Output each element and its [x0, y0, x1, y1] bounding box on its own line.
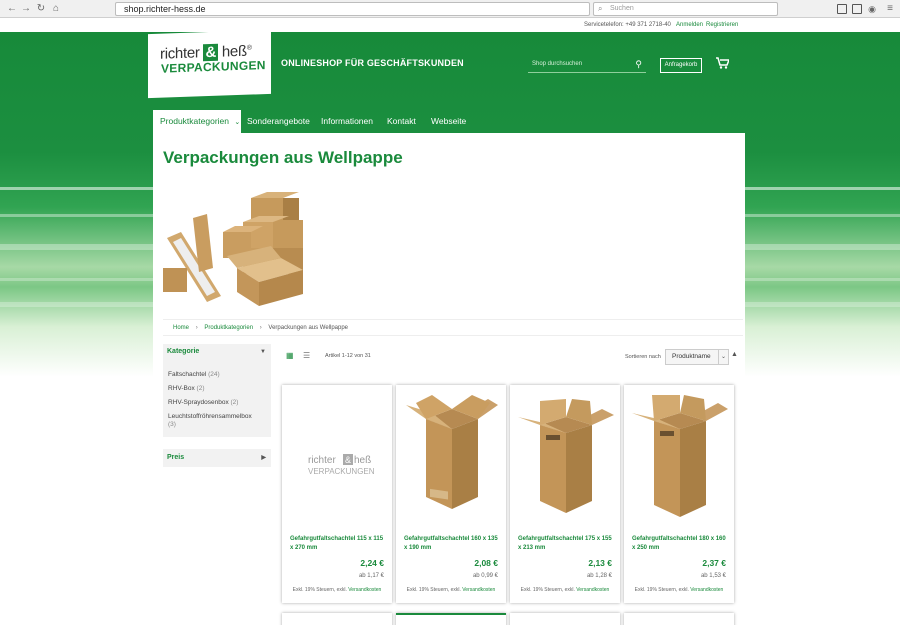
logo-subline: VERPACKUNGEN — [161, 58, 266, 76]
product-price: 2,08 € — [474, 558, 498, 568]
grid-view-icon[interactable]: ▦ — [286, 352, 294, 360]
site-logo[interactable]: richter & heß® VERPACKUNGEN — [148, 29, 271, 99]
product-card[interactable] — [510, 613, 620, 625]
account-icon[interactable]: ◉ — [866, 3, 878, 15]
sidebar-icon[interactable] — [852, 4, 862, 14]
service-bar: Servicetelefon: +49 371 2718-40 Anmelden… — [0, 18, 900, 32]
product-tax-note: Exkl. 19% Steuern, exkl. Versandkosten — [292, 587, 382, 593]
breadcrumb-produktkategorien[interactable]: Produktkategorien — [204, 325, 253, 331]
browser-search-placeholder: Suchen — [610, 5, 634, 12]
product-tax-note: Exkl. 19% Steuern, exkl. Versandkosten — [634, 587, 724, 593]
filter-sidebar: Kategorie ▼ Faltschachtel (24) RHV-Box (… — [163, 344, 271, 467]
product-card[interactable] — [282, 613, 392, 625]
login-link[interactable]: Anmelden — [676, 22, 703, 28]
product-tier-price: ab 1,28 € — [586, 573, 612, 579]
library-icon[interactable] — [837, 4, 847, 14]
category-filter-toggle[interactable]: Kategorie ▼ — [163, 344, 271, 360]
svg-text:VERPACKUNGEN: VERPACKUNGEN — [308, 467, 375, 476]
nav-item-webseite[interactable]: Webseite — [431, 110, 466, 133]
product-price: 2,13 € — [588, 558, 612, 568]
product-card[interactable] — [624, 613, 734, 625]
product-name[interactable]: Gefahrgutfaltschachtel 180 x 160 x 250 m… — [632, 535, 728, 553]
browser-search-input[interactable]: ⌕ Suchen — [593, 2, 778, 16]
product-price: 2,24 € — [360, 558, 384, 568]
shop-tagline: ONLINESHOP FÜR GESCHÄFTSKUNDEN — [281, 58, 464, 68]
nav-item-produktkategorien[interactable]: Produktkategorien ⌄ — [153, 110, 241, 133]
chevron-right-icon: › — [259, 325, 262, 331]
nav-item-sonderangebote[interactable]: Sonderangebote — [247, 110, 310, 133]
price-filter-toggle[interactable]: Preis ▶ — [163, 449, 271, 467]
register-link[interactable]: Registrieren — [706, 22, 738, 28]
shipping-link[interactable]: Versandkosten — [576, 587, 609, 593]
page-title: Verpackungen aus Wellpappe — [163, 148, 403, 167]
browser-toolbar: ← → ↻ ⌂ shop.richter-hess.de ⌕ Suchen ◉ … — [0, 0, 900, 18]
address-bar[interactable]: shop.richter-hess.de — [115, 2, 590, 16]
chevron-down-icon: ▼ — [260, 349, 266, 355]
category-hero-image — [163, 188, 328, 308]
breadcrumb: Home › Produktkategorien › Verpackungen … — [163, 319, 743, 336]
shipping-link[interactable]: Versandkosten — [690, 587, 723, 593]
home-icon[interactable]: ⌂ — [50, 3, 62, 15]
product-image — [516, 391, 614, 529]
chevron-down-icon: ⌄ — [718, 350, 728, 364]
product-tier-price: ab 0,99 € — [472, 573, 498, 579]
sort-label: Sortieren nach — [625, 354, 661, 360]
breadcrumb-current: Verpackungen aus Wellpappe — [268, 325, 349, 331]
svg-text:heß: heß — [354, 455, 371, 466]
cart-icon[interactable] — [716, 57, 731, 72]
product-image — [402, 391, 500, 529]
product-card[interactable]: Gefahrgutfaltschachtel 180 x 160 x 250 m… — [624, 385, 734, 603]
shipping-link[interactable]: Versandkosten — [462, 587, 495, 593]
product-tier-price: ab 1,53 € — [700, 573, 726, 579]
product-tax-note: Exkl. 19% Steuern, exkl. Versandkosten — [406, 587, 496, 593]
nav-item-kontakt[interactable]: Kontakt — [387, 110, 416, 133]
chevron-right-icon: ▶ — [261, 455, 266, 461]
product-tax-note: Exkl. 19% Steuern, exkl. Versandkosten — [520, 587, 610, 593]
search-icon[interactable]: ⚲ — [635, 59, 642, 70]
product-card[interactable]: Gefahrgutfaltschachtel 160 x 135 x 190 m… — [396, 385, 506, 603]
category-filter: Kategorie ▼ Faltschachtel (24) RHV-Box (… — [163, 344, 271, 437]
product-name[interactable]: Gefahrgutfaltschachtel 115 x 115 x 270 m… — [290, 535, 386, 553]
sort-select[interactable]: Produktname ⌄ — [665, 349, 729, 365]
forward-icon[interactable]: → — [20, 3, 32, 15]
svg-text:richter: richter — [308, 455, 336, 466]
product-card[interactable] — [396, 613, 506, 625]
back-icon[interactable]: ← — [6, 3, 18, 15]
inquiry-basket-button[interactable]: Anfragekorb — [660, 58, 702, 73]
menu-icon[interactable]: ≡ — [884, 3, 896, 15]
product-placeholder-image: richter & heß VERPACKUNGEN — [288, 391, 386, 529]
category-filter-item[interactable]: RHV-Box (2) — [163, 382, 271, 396]
category-filter-item[interactable]: Leuchtstoffröhrensammelbox (3) — [163, 410, 271, 437]
service-phone: Servicetelefon: +49 371 2718-40 — [584, 22, 671, 28]
breadcrumb-home[interactable]: Home — [173, 325, 189, 331]
product-card[interactable]: Gefahrgutfaltschachtel 175 x 155 x 213 m… — [510, 385, 620, 603]
product-price: 2,37 € — [702, 558, 726, 568]
category-filter-item[interactable]: Faltschachtel (24) — [163, 368, 271, 382]
sort-direction-icon[interactable]: ▲ — [731, 351, 738, 358]
list-view-icon[interactable]: ☰ — [303, 352, 311, 360]
product-image — [630, 391, 728, 529]
product-name[interactable]: Gefahrgutfaltschachtel 160 x 135 x 190 m… — [404, 535, 500, 553]
search-icon: ⌕ — [598, 4, 603, 13]
nav-item-informationen[interactable]: Informationen — [321, 110, 373, 133]
category-filter-item[interactable]: RHV-Spraydosenbox (2) — [163, 396, 271, 410]
main-content: Verpackungen aus Wellpappe Home › Produk… — [153, 133, 745, 625]
product-card[interactable]: richter & heß VERPACKUNGEN Gefahrgutfalt… — [282, 385, 392, 603]
svg-text:&: & — [345, 455, 351, 465]
chevron-down-icon: ⌄ — [234, 119, 241, 126]
shop-search-input[interactable]: Shop durchsuchen ⚲ — [528, 58, 646, 73]
reload-icon[interactable]: ↻ — [35, 3, 47, 15]
product-tier-price: ab 1,17 € — [358, 573, 384, 579]
shipping-link[interactable]: Versandkosten — [348, 587, 381, 593]
shop-search-placeholder: Shop durchsuchen — [532, 61, 583, 67]
item-count: Artikel 1-12 von 31 — [325, 353, 371, 359]
product-name[interactable]: Gefahrgutfaltschachtel 175 x 155 x 213 m… — [518, 535, 614, 553]
chevron-right-icon: › — [195, 325, 198, 331]
